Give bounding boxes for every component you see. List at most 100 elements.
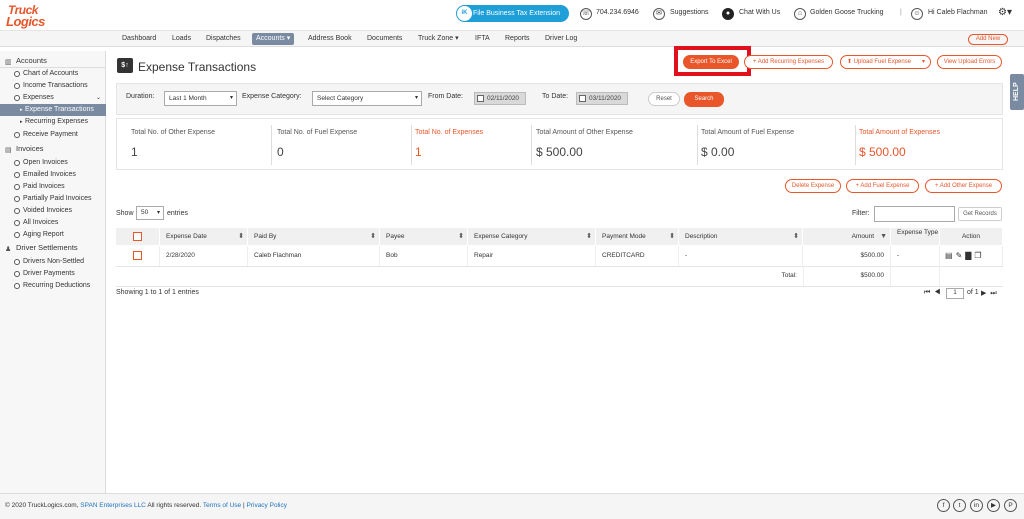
bullet-icon	[14, 220, 20, 226]
sidebar-item-aging-report[interactable]: Aging Report	[0, 229, 106, 241]
sidebar-item-drivers-non-settled[interactable]: Drivers Non-Settled	[0, 256, 106, 268]
sidebar-item-receive-payment[interactable]: Receive Payment	[0, 129, 106, 141]
sidebar-item-partially-paid-invoices[interactable]: Partially Paid Invoices	[0, 193, 106, 205]
sidebar-item-paid-invoices[interactable]: Paid Invoices	[0, 181, 106, 193]
chat-icon: ●	[722, 8, 734, 20]
privacy-policy-link[interactable]: Privacy Policy	[247, 502, 287, 509]
stat-total-expense-amount: Total Amount of Expenses $ 500.00	[855, 119, 1003, 171]
header-expense-date[interactable]: Expense Date ⬍	[160, 228, 248, 245]
trucklogics-logo[interactable]: Truck Logics	[6, 3, 60, 29]
bullet-icon	[14, 95, 20, 101]
pinterest-icon[interactable]: P	[1004, 499, 1017, 512]
nav-dashboard[interactable]: Dashboard	[118, 33, 160, 45]
cell-payment-mode: CREDITCARD	[596, 246, 679, 266]
nav-driver-log[interactable]: Driver Log	[541, 33, 581, 45]
facebook-icon[interactable]: f	[937, 499, 950, 512]
company-name[interactable]: Golden Goose Trucking	[810, 9, 884, 16]
sidebar-item-expense-transactions[interactable]: ▸ Expense Transactions	[0, 104, 106, 116]
suggestions-icon: ✉	[653, 8, 665, 20]
phone-number[interactable]: 704.234.6946	[596, 9, 639, 16]
nav-reports[interactable]: Reports	[501, 33, 534, 45]
youtube-icon[interactable]: ▶	[987, 499, 1000, 512]
bullet-icon	[14, 184, 20, 190]
top-bar: Truck Logics iK File Business Tax Extens…	[0, 0, 1024, 31]
add-new-button[interactable]: Add New	[968, 34, 1008, 45]
add-other-expense-button[interactable]: + Add Other Expense	[925, 179, 1002, 193]
caret-right-icon: ▸	[20, 107, 23, 113]
view-upload-errors-button[interactable]: View Upload Errors	[937, 55, 1002, 69]
header-select-all[interactable]	[116, 228, 160, 245]
driver-icon: ♟	[5, 246, 12, 253]
sidebar-item-emailed-invoices[interactable]: Emailed Invoices	[0, 169, 106, 181]
sidebar-item-recurring-deductions[interactable]: Recurring Deductions	[0, 280, 106, 292]
table-filter-input[interactable]	[874, 206, 955, 222]
nav-address-book[interactable]: Address Book	[304, 33, 356, 45]
search-button[interactable]: Search	[684, 92, 724, 107]
page-title: Expense Transactions	[138, 60, 257, 74]
suggestions-link[interactable]: Suggestions	[670, 9, 709, 16]
add-fuel-expense-button[interactable]: + Add Fuel Expense	[846, 179, 919, 193]
chat-with-us-link[interactable]: Chat With Us	[739, 9, 780, 16]
sidebar-item-income-transactions[interactable]: Income Transactions	[0, 80, 106, 92]
page-number-input[interactable]: 1	[946, 288, 964, 299]
nav-truck-zone[interactable]: Truck Zone ▾	[414, 33, 463, 45]
header-paid-by[interactable]: Paid By ⬍	[248, 228, 380, 245]
sidebar-item-voided-invoices[interactable]: Voided Invoices	[0, 205, 106, 217]
bullet-icon	[14, 208, 20, 214]
duration-select[interactable]: Last 1 Month ▾	[164, 91, 237, 106]
from-date-label: From Date:	[428, 93, 464, 100]
nav-accounts[interactable]: Accounts ▾	[252, 33, 295, 45]
file-business-tax-extension-button[interactable]: iK File Business Tax Extension	[456, 5, 569, 22]
sidebar-section-accounts[interactable]: ▥ Accounts	[0, 55, 106, 67]
get-records-button[interactable]: Get Records	[958, 207, 1002, 221]
span-enterprises-link[interactable]: SPAN Enterprises LLC	[80, 502, 146, 509]
help-tab[interactable]: HELP	[1010, 74, 1024, 110]
copy-icon[interactable]: ❐	[974, 251, 984, 260]
gear-icon[interactable]: ⚙▾	[998, 7, 1012, 18]
view-document-icon[interactable]: ▤	[945, 251, 956, 260]
sidebar-item-expenses[interactable]: Expenses ⌄	[0, 92, 106, 104]
delete-expense-button[interactable]: Delete Expense	[785, 179, 841, 193]
header-expense-category[interactable]: Expense Category ⬍	[468, 228, 596, 245]
upload-fuel-expense-button[interactable]: ⬆ Upload Fuel Expense ▾	[840, 55, 931, 69]
sort-icon: ⬍	[586, 233, 592, 240]
to-date-input[interactable]: 03/11/2020	[576, 92, 628, 105]
header-amount[interactable]: Amount ▼	[803, 228, 891, 245]
sidebar-section-driver-settlements[interactable]: ♟ Driver Settlements	[0, 242, 106, 254]
entries-per-page-select[interactable]: 50 ▾	[136, 206, 164, 220]
nav-ifta[interactable]: IFTA	[471, 33, 494, 45]
expense-category-select[interactable]: Select Category ▾	[312, 91, 422, 106]
stat-fuel-expense-count: Total No. of Fuel Expense 0	[271, 119, 411, 171]
row-checkbox[interactable]	[133, 251, 142, 260]
next-last-page-icons[interactable]: ▶ ⏭	[981, 289, 998, 298]
header-payment-mode[interactable]: Payment Mode ⬍	[596, 228, 679, 245]
sidebar-item-all-invoices[interactable]: All Invoices	[0, 217, 106, 229]
sidebar-item-recurring-expenses[interactable]: ▸ Recurring Expenses	[0, 116, 106, 128]
header-payee[interactable]: Payee ⬍	[380, 228, 468, 245]
bullet-icon	[14, 259, 20, 265]
twitter-icon[interactable]: t	[953, 499, 966, 512]
terms-of-use-link[interactable]: Terms of Use	[203, 502, 241, 509]
edit-pencil-icon[interactable]: ✎	[956, 251, 966, 260]
first-prev-page-icons[interactable]: ⏮ ◀	[924, 289, 942, 297]
nav-dispatches[interactable]: Dispatches	[202, 33, 245, 45]
sidebar: ▥ Accounts Chart of Accounts Income Trans…	[0, 51, 106, 493]
header-description[interactable]: Description ⬍	[679, 228, 803, 245]
sidebar-item-chart-of-accounts[interactable]: Chart of Accounts	[0, 68, 106, 80]
sidebar-section-invoices[interactable]: ▤ Invoices	[0, 143, 106, 155]
cell-paid-by: Caleb Flachman	[248, 246, 380, 266]
add-recurring-expenses-button[interactable]: + Add Recurring Expenses	[744, 55, 833, 69]
linkedin-icon[interactable]: in	[970, 499, 983, 512]
cell-payee: Bob	[380, 246, 468, 266]
sidebar-item-open-invoices[interactable]: Open Invoices	[0, 157, 106, 169]
nav-loads[interactable]: Loads	[168, 33, 195, 45]
select-all-checkbox[interactable]	[133, 232, 142, 241]
reset-button[interactable]: Reset	[648, 92, 680, 106]
from-date-input[interactable]: 02/11/2020	[474, 92, 526, 105]
row-divider	[116, 286, 1003, 287]
user-greeting[interactable]: Hi Caleb Flachman	[928, 9, 988, 16]
page-of-text: of 1	[967, 289, 979, 296]
sidebar-item-driver-payments[interactable]: Driver Payments	[0, 268, 106, 280]
filter-label: Filter:	[852, 210, 870, 217]
nav-documents[interactable]: Documents	[363, 33, 406, 45]
